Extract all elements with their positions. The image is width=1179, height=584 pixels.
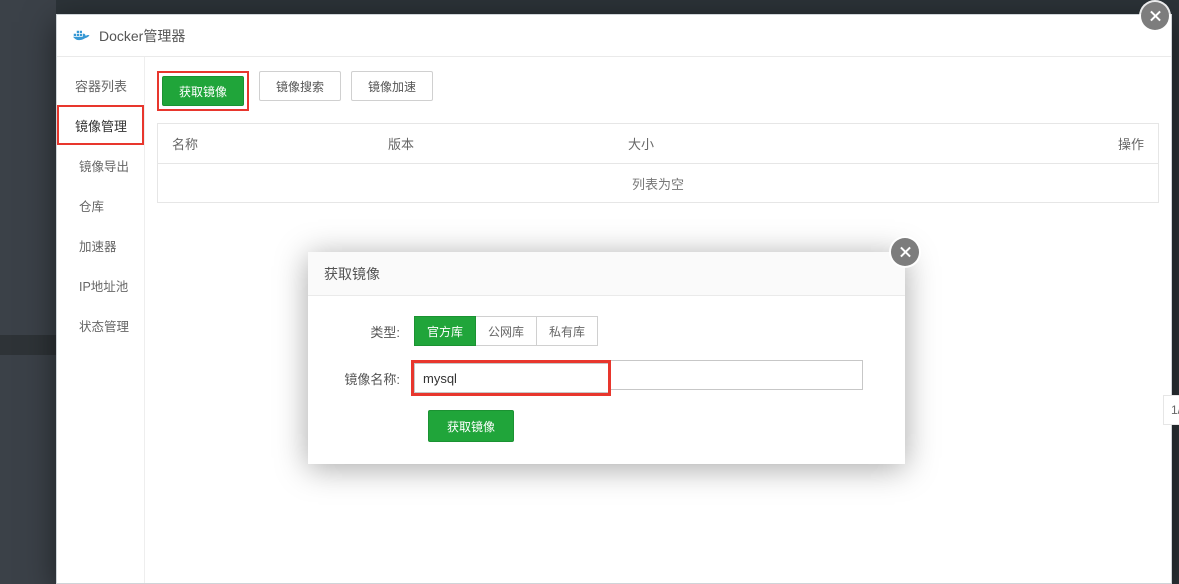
close-icon (891, 238, 919, 266)
form-row-submit: 获取镜像 (332, 410, 881, 442)
type-segmented-control: 官方库 公网库 私有库 (414, 316, 598, 346)
close-icon (1141, 2, 1169, 30)
form-row-type: 类型: 官方库 公网库 私有库 (332, 316, 881, 346)
type-official[interactable]: 官方库 (414, 316, 476, 346)
type-private[interactable]: 私有库 (537, 316, 598, 346)
form-row-name: 镜像名称: (332, 360, 881, 396)
modal-overlay: 获取镜像 类型: 官方库 公网库 私有库 镜像名称: (0, 0, 1179, 584)
dialog-title: 获取镜像 (324, 264, 380, 284)
image-name-input[interactable] (414, 363, 608, 393)
image-name-input-wrap (414, 360, 863, 396)
label-name: 镜像名称: (332, 369, 414, 388)
pull-image-dialog: 获取镜像 类型: 官方库 公网库 私有库 镜像名称: (308, 252, 905, 464)
dialog-header: 获取镜像 (308, 252, 905, 296)
type-public[interactable]: 公网库 (476, 316, 537, 346)
highlight-name-input (411, 360, 611, 396)
window-close-button[interactable] (1141, 2, 1169, 30)
dialog-close-button[interactable] (891, 238, 919, 266)
label-type: 类型: (332, 322, 414, 341)
submit-pull-button[interactable]: 获取镜像 (428, 410, 514, 442)
image-name-input-tail[interactable] (611, 360, 863, 390)
dialog-body: 类型: 官方库 公网库 私有库 镜像名称: 获取镜像 (308, 296, 905, 442)
